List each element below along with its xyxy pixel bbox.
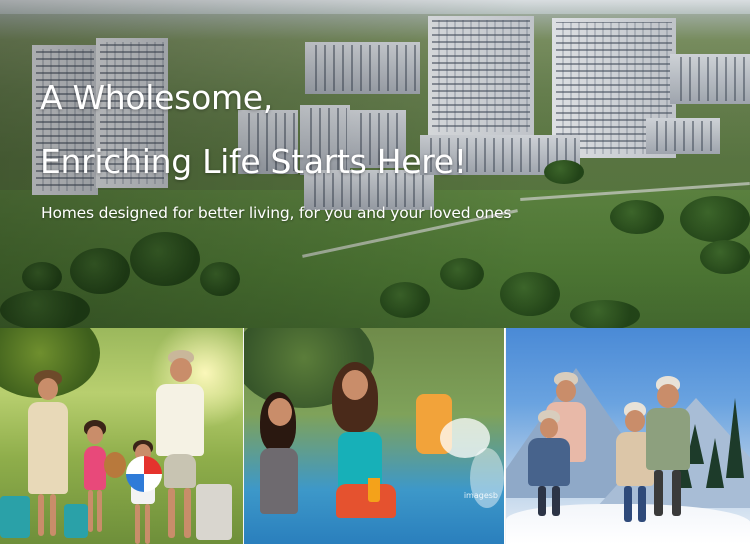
boy-figure: [522, 410, 576, 520]
hero-subtitle: Homes designed for better living, for yo…: [41, 204, 512, 222]
teal-suitcase: [0, 496, 30, 538]
orange-juice-glass: [368, 478, 380, 502]
pine-tree: [726, 398, 744, 478]
family-travel-photo: [0, 328, 243, 544]
pool-photo: imagesb: [243, 328, 504, 544]
snow-photo: [505, 328, 750, 544]
lifestyle-gallery: imagesb: [0, 328, 750, 544]
hero-banner: A Wholesome, Enriching Life Starts Here!…: [0, 0, 750, 328]
pine-tree: [706, 438, 724, 488]
hero-title-line-2: Enriching Life Starts Here!: [40, 142, 467, 181]
hero-title-line-1: A Wholesome,: [40, 78, 273, 117]
man-figure: [640, 376, 696, 526]
woman-figure: [318, 362, 410, 532]
girl-figure: [250, 392, 314, 544]
grey-suitcase: [196, 484, 232, 540]
image-watermark: imagesb: [463, 491, 498, 500]
small-suitcase: [64, 504, 88, 538]
teddy-bear: [104, 452, 126, 478]
